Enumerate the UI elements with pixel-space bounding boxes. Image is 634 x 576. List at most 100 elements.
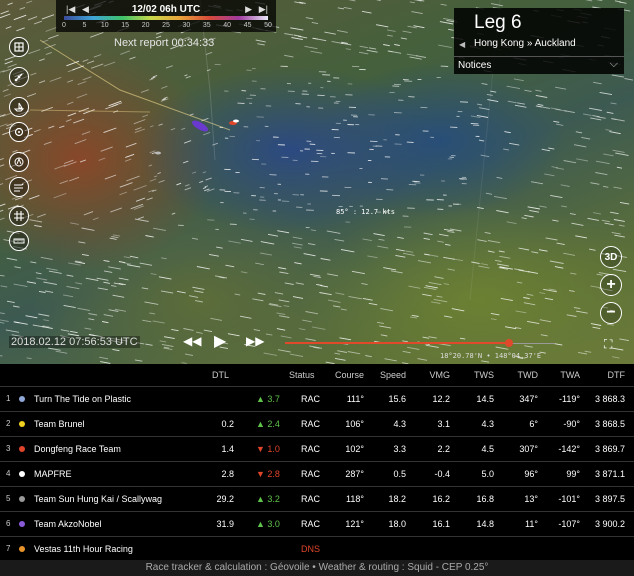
cell-tws: 16.8 [476,494,494,504]
grid-button[interactable] [9,206,29,226]
ship-wheel-icon [14,127,24,137]
view-3d-button[interactable]: 3D [600,246,622,268]
cell-delta: ▲ 3.2 [256,494,280,504]
compass-icon [14,157,24,167]
cell-status: DNS [301,544,321,554]
satellite-button[interactable] [9,67,29,87]
play-icon[interactable]: ▶ [214,331,226,351]
next-frame-icon[interactable]: ▶ [245,4,252,15]
helm-button[interactable] [9,122,29,142]
cell-vmg: 12.2 [432,394,450,404]
cell-vmg: -0.4 [434,469,450,479]
scale-tick: 5 [82,22,87,29]
header-course: Course [334,370,364,380]
leaderboard: DTL Status Course Speed VMG TWS TWD TWA … [0,364,634,560]
cell-twa: -119° [559,394,580,404]
cell-tws: 5.0 [481,469,494,479]
chevron-down-icon: ⌵ [609,58,618,70]
cell-twa: -101° [558,494,580,504]
notices-label: Notices [458,60,492,71]
satellite-icon [14,73,23,82]
header-vmg: VMG [429,370,450,380]
cell-speed: 0.5 [393,469,406,479]
cell-delta: ▼ 1.0 [256,444,280,454]
scale-tick: 10 [100,22,109,29]
footer-credits: Race tracker & calculation : Géovoile • … [0,560,634,576]
team-color-dot [19,396,25,402]
cell-dtl: 31.9 [216,519,234,529]
team-name[interactable]: Dongfeng Race Team [34,444,121,454]
last-frame-icon[interactable]: ▶| [259,4,268,15]
scale-tick: 0 [62,22,66,29]
cell-status: RAC [301,394,321,404]
cell-dtf: 3 871.1 [594,469,625,479]
cell-twd: 307° [519,444,538,454]
row-rank: 3 [6,444,11,453]
row-rank: 4 [6,469,11,478]
cell-tws: 14.8 [476,519,494,529]
table-row[interactable]: 5 Team Sun Hung Kai / Scallywag 29.2 ▲ 3.2 R… [0,486,634,511]
table-row[interactable]: 4 MAPFRE 2.8 ▼ 2.8 RAC 287° 0.5 -0.4 5.0 96° 99° 3 … [0,461,634,486]
cell-dtl: 29.2 [216,494,234,504]
cell-delta: ▲ 3.0 [256,519,280,529]
team-name[interactable]: Team Brunel [34,419,85,429]
header-tws: TWS [474,370,494,380]
cell-twa: -90° [563,419,580,429]
boat-marker-scallywag[interactable] [155,151,161,155]
cell-dtl: 1.4 [221,444,234,454]
row-rank: 2 [6,419,11,428]
cell-delta: ▲ 3.7 [256,394,280,404]
cell-vmg: 16.1 [432,519,450,529]
leg-prev-icon[interactable]: ◀ [459,40,465,49]
cell-status: RAC [301,419,321,429]
cell-course: 287° [345,469,364,479]
race-map[interactable]: |◀ ◀ 12/02 06h UTC ▶ ▶| 0 5 10 15 20 25 30 35 40… [0,0,634,364]
cell-twa: 99° [566,469,580,479]
table-row[interactable]: 3 Dongfeng Race Team 1.4 ▼ 1.0 RAC 102° 3.3 2.2… [0,436,634,461]
notices-dropdown[interactable]: Notices ⌵ [454,56,624,74]
wind-icon [14,183,24,192]
zoom-out-button[interactable]: − [600,302,622,324]
cell-status: RAC [301,519,321,529]
compass-button[interactable] [9,152,29,172]
next-report: Next report 00:34:33 [114,37,215,49]
rewind-icon[interactable]: ◀◀ [183,334,201,348]
leaderboard-header: DTL Status Course Speed VMG TWS TWD TWA … [0,370,634,384]
table-row[interactable]: 7 Vestas 11th Hour Racing DNS [0,536,634,561]
layers-button[interactable] [9,37,29,57]
cell-course: 106° [345,419,364,429]
boat-button[interactable] [9,97,29,117]
boat-marker-mapfre[interactable] [233,119,239,123]
cell-delta: ▲ 2.4 [256,419,280,429]
cell-speed: 18.2 [388,494,406,504]
boat-marker-akzonobel[interactable] [190,118,209,133]
header-twd: TWD [517,370,539,380]
ruler-button[interactable] [9,231,29,251]
cell-dtf: 3 868.5 [594,419,625,429]
table-row[interactable]: 1 Turn The Tide on Plastic ▲ 3.7 RAC 111° 15.… [0,386,634,411]
team-name[interactable]: Team AkzoNobel [34,519,102,529]
timeline-progress [285,342,510,344]
wind-button[interactable] [9,177,29,197]
wind-scale-bar [64,16,268,20]
fullscreen-icon[interactable]: ⛶ [604,337,612,352]
cell-twd: 11° [525,519,538,529]
zoom-in-button[interactable]: + [600,274,622,296]
cell-status: RAC [301,469,321,479]
table-row[interactable]: 6 Team AkzoNobel 31.9 ▲ 3.0 RAC 121° 18.0 16.1 1… [0,511,634,536]
cell-course: 121° [345,519,364,529]
team-name[interactable]: Turn The Tide on Plastic [34,394,131,404]
cell-vmg: 3.1 [437,419,450,429]
team-name[interactable]: MAPFRE [34,469,72,479]
header-dtf: DTF [607,370,626,380]
team-name[interactable]: Team Sun Hung Kai / Scallywag [34,494,162,504]
row-rank: 7 [6,544,11,553]
cell-course: 102° [345,444,364,454]
cell-tws: 4.3 [481,419,494,429]
cell-dtl: 0.2 [221,419,234,429]
fast-forward-icon[interactable]: ▶▶ [246,334,264,348]
leg-panel[interactable]: Leg 6 ◀ Hong Kong » Auckland Notices ⌵ [454,8,624,74]
table-row[interactable]: 2 Team Brunel 0.2 ▲ 2.4 RAC 106° 4.3 3.1 4.3 6° -9… [0,411,634,436]
team-name[interactable]: Vestas 11th Hour Racing [34,544,133,554]
current-timestamp: 2018.02.12 07:56:53 UTC [9,336,140,348]
